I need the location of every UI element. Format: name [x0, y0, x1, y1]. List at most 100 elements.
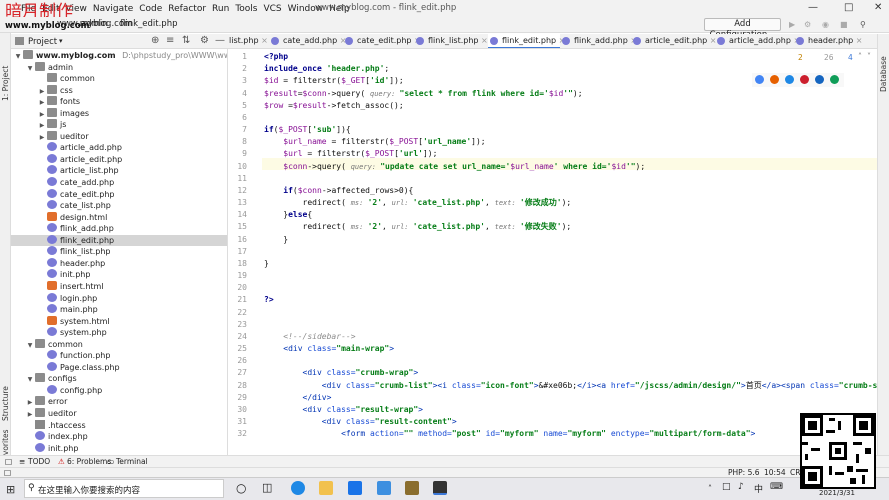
editor-tab[interactable]: cate_add.php × [269, 34, 346, 48]
code-line[interactable]: <div class="crumb-wrap"> [264, 367, 419, 379]
tree-item[interactable]: ▶ ueditor [11, 408, 227, 420]
code-line[interactable]: include_once 'header.php'; [264, 63, 394, 75]
gear-icon[interactable]: ⚙ [200, 35, 209, 46]
tree-item[interactable]: function.php [11, 350, 227, 362]
code-line[interactable]: <?php [264, 51, 288, 63]
volume-icon[interactable]: ♪ [738, 482, 744, 492]
code-line[interactable]: <div class="main-wrap"> [264, 343, 394, 355]
taskbar-date[interactable]: 2021/3/31 [819, 489, 855, 497]
editor-tab[interactable]: article_add.php × [715, 34, 800, 48]
caret-position[interactable]: 10:54 [764, 468, 786, 477]
project-tool-label[interactable]: 1: Project [1, 66, 10, 101]
close-icon[interactable]: ✕ [874, 2, 882, 13]
close-tab-icon[interactable]: × [853, 36, 863, 45]
tree-item[interactable]: init.php [11, 269, 227, 281]
coverage-icon[interactable]: ◉ [822, 20, 829, 29]
search-everywhere-icon[interactable]: ⚲ [860, 20, 866, 29]
code-line[interactable]: redirect( ms: '2', url: 'cate_list.php',… [264, 197, 572, 209]
tree-item[interactable]: ▶ js [11, 119, 227, 131]
tree-item[interactable]: ▼ admin [11, 61, 227, 74]
maximize-icon[interactable]: □ [844, 2, 853, 13]
ie-icon[interactable] [815, 75, 824, 84]
code-line[interactable]: <div class="crumb-list"><i class="icon-f… [264, 380, 877, 392]
project-panel-title[interactable]: Project [28, 37, 57, 47]
tree-item[interactable]: config.php [11, 384, 227, 397]
run-icon[interactable]: ▶ [789, 20, 795, 29]
chevron-down-icon[interactable]: ▼ [25, 374, 35, 385]
typos-count[interactable]: 4 [848, 53, 853, 62]
code-line[interactable]: <form action="" method="post" id="myform… [264, 428, 755, 440]
tree-item[interactable]: system.php [11, 327, 227, 339]
editor-tab[interactable]: flink_add.php × [560, 34, 637, 48]
editor-tab[interactable]: article_edit.php × [631, 34, 716, 48]
task-view-icon[interactable]: ◫ [262, 481, 272, 494]
word-icon[interactable] [377, 481, 391, 495]
code-line[interactable]: $row =$result->fetch_assoc(); [264, 100, 404, 112]
chevron-down-icon[interactable]: ▾ [59, 37, 63, 45]
chevron-down-icon[interactable]: ˅ [867, 52, 871, 61]
tree-item[interactable]: ▶ images [11, 107, 227, 120]
chevron-down-icon[interactable]: ▼ [13, 51, 23, 62]
chevron-right-icon[interactable]: ▶ [25, 409, 35, 420]
menu-refactor[interactable]: Refactor [165, 4, 209, 14]
safari-icon[interactable] [785, 75, 794, 84]
expand-icon[interactable]: ⇅ [182, 35, 190, 46]
tree-item[interactable]: ▶ css [11, 84, 227, 97]
close-tab-icon[interactable]: × [478, 36, 488, 45]
tree-item[interactable]: .htaccess [11, 419, 227, 432]
code-line[interactable]: redirect( ms: '2', url: 'cate_list.php',… [264, 221, 572, 233]
code-line[interactable]: $result=$conn->query( query: "select * f… [264, 88, 583, 100]
add-configuration-button[interactable]: Add Configuration... [704, 18, 781, 40]
tree-item[interactable]: insert.html [11, 280, 227, 293]
tree-item[interactable]: article_add.php [11, 142, 227, 154]
code-line[interactable]: </div> [264, 392, 332, 404]
menu-run[interactable]: Run [209, 4, 232, 14]
tree-item[interactable]: flink_edit.php [11, 234, 227, 247]
database-tool-label[interactable]: Database [879, 56, 888, 92]
cortana-icon[interactable]: ○ [236, 481, 246, 495]
chevron-right-icon[interactable]: ▶ [37, 97, 47, 108]
tool-tab-todo[interactable]: TODO [28, 457, 50, 466]
tray-chevron-icon[interactable]: ˄ [708, 484, 712, 493]
tree-item[interactable]: login.php [11, 292, 227, 305]
tool-tab-terminal[interactable]: Terminal [116, 457, 148, 466]
code-line[interactable]: <div class="result-wrap"> [264, 404, 423, 416]
network-icon[interactable]: □ [722, 482, 731, 492]
file-explorer-icon[interactable] [319, 481, 333, 495]
ime-icon[interactable]: 中 [754, 482, 763, 495]
chevron-down-icon[interactable]: ▼ [25, 340, 35, 351]
locate-icon[interactable]: ⊕ [151, 35, 159, 46]
tree-item[interactable]: cate_edit.php [11, 188, 227, 201]
chevron-right-icon[interactable]: ▶ [37, 120, 47, 131]
tree-item[interactable]: init.php [11, 442, 227, 455]
structure-tool-label[interactable]: Structure [1, 386, 10, 421]
editor-tab[interactable]: list.php × [228, 34, 269, 48]
code-line[interactable]: } [264, 234, 288, 246]
collapse-icon[interactable]: ≡ [166, 35, 174, 46]
tree-item[interactable]: article_list.php [11, 165, 227, 177]
phpstorm-icon[interactable] [433, 481, 447, 495]
edge-icon[interactable] [830, 75, 839, 84]
debug-icon[interactable]: ⚙ [804, 20, 811, 29]
tree-item[interactable]: cate_list.php [11, 200, 227, 212]
taskbar-search-box[interactable]: ⚲ 在这里输入你要搜索的内容 [24, 479, 224, 498]
tree-item[interactable]: cate_add.php [11, 177, 227, 189]
tool-tab-problems[interactable]: 6: Problems [67, 457, 111, 466]
menu-code[interactable]: Code [136, 4, 165, 14]
code-line[interactable]: <div class="result-content"> [264, 416, 457, 428]
weak-warnings-count[interactable]: 26 [824, 53, 834, 62]
code-line[interactable]: }else{ [264, 209, 312, 221]
chevron-up-icon[interactable]: ˄ [858, 52, 862, 61]
editor-tab[interactable]: flink_list.php × [414, 34, 488, 48]
code-line[interactable]: if($conn->affected_rows>0){ [264, 185, 413, 197]
code-line[interactable]: if($_POST['sub']){ [264, 124, 351, 136]
windows-start-icon[interactable]: ⊞ [6, 483, 15, 496]
chevron-right-icon[interactable]: ▶ [37, 86, 47, 97]
code-line[interactable]: $id = filterstr($_GET['id']); [264, 75, 404, 87]
close-tab-icon[interactable]: × [259, 36, 268, 45]
code-line[interactable]: <!--/sidebar--> [264, 331, 355, 343]
editor-tab[interactable]: flink_edit.php × [488, 34, 565, 48]
chevron-down-icon[interactable]: ▼ [25, 63, 35, 74]
tree-item[interactable]: ▶ ueditor [11, 130, 227, 143]
code-line[interactable]: $url = filterstr($_POST['url']); [264, 148, 437, 160]
